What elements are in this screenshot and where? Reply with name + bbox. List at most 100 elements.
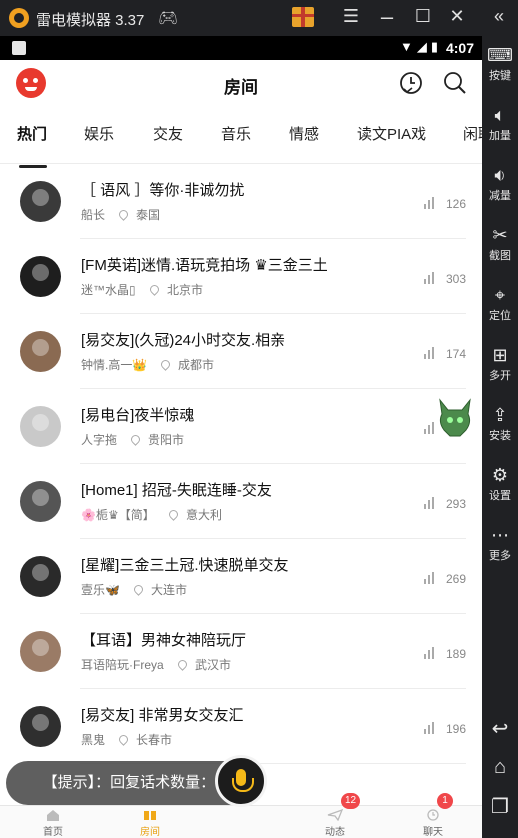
tab-reading[interactable]: 读文PIA戏 — [357, 123, 426, 144]
volume-down-icon: 🔉︎ — [494, 165, 506, 185]
collapse-sidebar-icon[interactable]: « — [488, 6, 510, 27]
minimize-icon[interactable]: – — [376, 4, 398, 30]
room-location-text: 大连市 — [151, 583, 188, 597]
listeners-bars-icon — [424, 347, 436, 359]
status-icons: ▼◢▮ — [400, 39, 442, 55]
location-pin-icon — [132, 583, 145, 596]
room-row[interactable]: [Home1] 招冠-失眠连睡-交友 🌸栀♛【简】 意大利 293 — [0, 464, 482, 539]
sidebar-label: 设置 — [489, 490, 511, 502]
room-avatar — [20, 706, 61, 747]
room-location: 北京市 — [148, 281, 204, 298]
room-row[interactable]: [易交友] 非常男女交友汇 黑鬼 长春市 196 — [0, 689, 482, 764]
sidebar-button-more[interactable]: ⋯ 更多 — [482, 524, 518, 563]
sidebar-button-install[interactable]: ⇪ 安装 — [482, 404, 518, 443]
more-dots-icon: ⋯ — [491, 525, 509, 545]
tab-emotion[interactable]: 情感 — [289, 123, 319, 144]
bottom-nav: 首页 房间 动态 12 聊天 1 — [0, 793, 482, 838]
home-icon — [47, 810, 59, 821]
tab-entertainment[interactable]: 娱乐 — [84, 123, 114, 144]
room-title: [星耀]三金三土冠.快速脱单交友 — [81, 557, 289, 574]
sidebar-button-location[interactable]: ⌖ 定位 — [482, 284, 518, 323]
room-row[interactable]: ［ 语风 ］等你·非诚勿扰 船长 泰国 126 — [0, 164, 482, 239]
sidebar-button-volume-down[interactable]: 🔉︎ 减量 — [482, 164, 518, 203]
nav-rooms[interactable]: 房间 — [120, 806, 180, 838]
multi-open-icon: ⊞ — [492, 345, 508, 365]
room-host: 壹乐🦋 — [81, 583, 120, 597]
room-location-text: 贵阳市 — [148, 433, 185, 447]
maximize-icon[interactable]: ☐ — [412, 6, 434, 27]
room-row[interactable]: [易交友](久冠)24小时交友.相亲 钟情.高一👑 成都市 174 — [0, 314, 482, 389]
app-screen: 房间 热门 娱乐 交友 音乐 情感 读文PIA戏 闲聊 ［ 语风 ］等你·非诚勿… — [0, 60, 482, 838]
android-statusbar: ▼◢▮ 4:07 — [0, 36, 482, 60]
nav-label: 聊天 — [423, 827, 443, 838]
room-title: [易交友](久冠)24小时交友.相亲 — [81, 332, 286, 349]
tab-hot[interactable]: 热门 — [17, 123, 47, 144]
room-avatar — [20, 481, 61, 522]
sidebar-button-keys[interactable]: ⌨ 按键 — [482, 44, 518, 83]
listeners-bars-icon — [424, 722, 436, 734]
room-location: 武汉市 — [176, 656, 232, 673]
room-title: ［ 语风 ］等你·非诚勿扰 — [81, 182, 245, 199]
sidebar-label: 多开 — [489, 370, 511, 382]
sidebar-button-screenshot[interactable]: ✂ 截图 — [482, 224, 518, 263]
room-title: [易交友] 非常男女交友汇 — [81, 707, 244, 724]
room-row[interactable]: [易电台]夜半惊魂人字拖贵阳市129 — [0, 389, 482, 464]
listeners-bars-icon — [424, 422, 436, 434]
location-pin-icon — [117, 733, 130, 746]
floating-assistant-icon[interactable] — [436, 398, 474, 440]
search-icon[interactable] — [442, 70, 468, 96]
room-title: [易电台]夜半惊魂 — [81, 407, 195, 424]
room-location-text: 北京市 — [167, 283, 204, 297]
room-location-text: 武汉市 — [195, 658, 232, 672]
gift-icon[interactable] — [292, 7, 314, 27]
close-icon[interactable]: ✕ — [446, 6, 468, 27]
room-location-text: 泰国 — [136, 208, 161, 222]
room-location-text: 意大利 — [186, 508, 223, 522]
room-listener-count: 293 — [445, 497, 466, 511]
tab-friends[interactable]: 交友 — [153, 123, 183, 144]
nav-moments[interactable]: 动态 12 — [305, 793, 365, 838]
sidebar-label: 定位 — [489, 310, 511, 322]
home-outline-icon[interactable]: ⌂ — [482, 756, 518, 779]
keyboard-icon: ⌨ — [487, 45, 513, 65]
room-row[interactable]: [FM英诺]迷情.语玩竞拍场 ♛三金三土 迷™水晶▯ 北京市 303 — [0, 239, 482, 314]
room-location: 大连市 — [132, 581, 188, 598]
menu-icon[interactable]: ☰ — [340, 6, 362, 27]
battery-icon: ▮ — [430, 39, 442, 54]
room-title: 【耳语】男神女神陪玩厅 — [81, 632, 247, 649]
microphone-button[interactable] — [215, 755, 267, 807]
sidebar-button-settings[interactable]: ⚙ 设置 — [482, 464, 518, 503]
history-clock-icon[interactable] — [398, 70, 424, 96]
sidebar-button-volume-up[interactable]: 🔈︎ 加量 — [482, 104, 518, 143]
back-icon[interactable]: ↩ — [482, 716, 518, 741]
nav-home[interactable]: 首页 — [23, 806, 83, 838]
room-listener-count: 196 — [445, 722, 466, 736]
location-pin-icon — [159, 358, 172, 371]
room-location: 意大利 — [167, 506, 223, 523]
sidebar-button-multi-open[interactable]: ⊞ 多开 — [482, 344, 518, 383]
nav-chat[interactable]: 聊天 1 — [403, 793, 463, 838]
apk-install-icon: ⇪ — [492, 405, 508, 425]
location-pin-icon: ⌖ — [494, 285, 506, 305]
scissors-icon: ✂ — [492, 225, 508, 245]
sidebar-label: 减量 — [489, 190, 511, 202]
nav-label: 房间 — [140, 827, 160, 838]
room-location: 成都市 — [159, 356, 214, 373]
sidebar-label: 更多 — [489, 550, 511, 562]
tab-music[interactable]: 音乐 — [221, 123, 251, 144]
room-row[interactable]: [星耀]三金三土冠.快速脱单交友 壹乐🦋 大连市 269 — [0, 539, 482, 614]
chat-badge: 1 — [437, 793, 453, 809]
room-host: 钟情.高一👑 — [81, 358, 148, 372]
room-host: 黑鬼 — [81, 733, 106, 747]
gear-icon: ⚙ — [491, 465, 509, 485]
room-host: 耳语陪玩·Freya — [81, 658, 164, 672]
sidebar-label: 加量 — [489, 130, 511, 142]
gamepad-icon[interactable]: 🎮︎ — [158, 8, 178, 28]
tab-chat[interactable]: 闲聊 — [463, 123, 482, 144]
paper-plane-icon — [327, 809, 343, 821]
recent-apps-icon[interactable]: ❐ — [482, 794, 518, 819]
room-row[interactable]: 【耳语】男神女神陪玩厅 耳语陪玩·Freya 武汉市 189 — [0, 614, 482, 689]
location-pin-icon — [117, 208, 130, 221]
sidebar-label: 截图 — [489, 250, 511, 262]
room-listener-count: 174 — [445, 347, 466, 361]
